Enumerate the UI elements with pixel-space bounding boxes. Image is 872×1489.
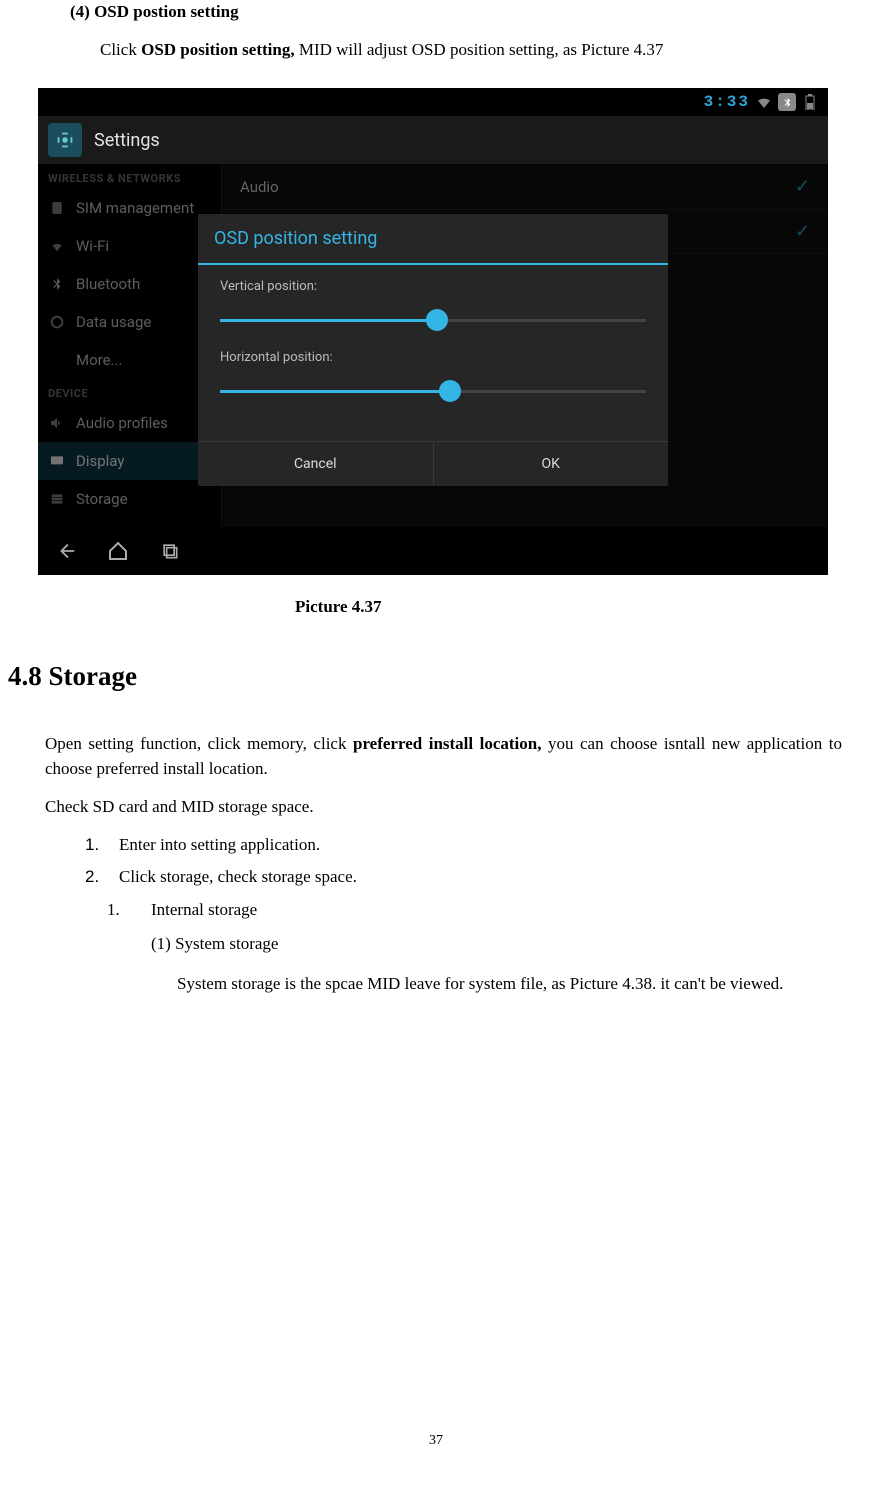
section-body: Open setting function, click memory, cli… [45,732,842,997]
settings-screenshot: 3:33 Settings WIRELESS & NETWORKS SIM ma… [38,88,828,575]
sidebar-item-label: More... [76,351,122,369]
sidebar-item-label: Data usage [76,313,151,331]
settings-sidebar: WIRELESS & NETWORKS SIM management Wi-Fi… [38,164,222,527]
sub-ol-item-1: 1. Internal storage [107,894,842,925]
action-bar-title: Settings [94,130,160,151]
sidebar-item-display[interactable]: Display [38,442,221,480]
check-icon: ✓ [795,176,810,197]
vertical-slider-label: Vertical position: [220,279,646,294]
sidebar-item-sim[interactable]: SIM management [38,189,221,227]
ol-item-1: 1. Enter into setting application. [85,829,842,860]
para-check-sd: Check SD card and MID storage space. [45,795,842,819]
vertical-slider-group: Vertical position: [220,279,646,336]
bluetooth-icon [778,93,796,111]
sidebar-item-more[interactable]: More... [38,341,221,379]
content-row-audio[interactable]: Audio ✓ [222,164,828,210]
doc-item-heading: (4) OSD postion setting [70,2,842,22]
horizontal-slider[interactable] [220,375,646,407]
sidebar-item-storage[interactable]: Storage [38,480,221,518]
sim-icon [48,199,66,217]
ol-item-2: 2. Click storage, check storage space. [85,861,842,892]
osd-dialog: OSD position setting Vertical position: … [198,214,668,486]
sub-sub-item: (1) System storage [151,931,842,957]
check-icon: ✓ [795,221,810,242]
sub-sub-body: System storage is the spcae MID leave fo… [177,971,842,997]
sidebar-item-audio[interactable]: Audio profiles [38,404,221,442]
vertical-slider[interactable] [220,304,646,336]
sidebar-item-data[interactable]: Data usage [38,303,221,341]
sidebar-item-bluetooth[interactable]: Bluetooth [38,265,221,303]
sidebar-item-label: Audio profiles [76,414,168,432]
navigation-bar [38,527,828,575]
settings-app-icon [48,123,82,157]
sidebar-item-label: Bluetooth [76,275,140,293]
wifi-icon [756,94,772,110]
data-usage-icon [48,313,66,331]
doc-click-para: Click OSD position setting, MID will adj… [100,40,842,60]
blank-icon [48,351,66,369]
dialog-buttons: Cancel OK [198,441,668,486]
clock: 3:33 [704,93,750,111]
ok-button[interactable]: OK [434,442,669,486]
picture-caption: Picture 4.37 [295,597,842,617]
battery-icon [802,94,818,110]
sidebar-item-label: Wi-Fi [76,237,109,255]
slider-thumb[interactable] [439,380,461,402]
home-button[interactable] [104,537,132,565]
slider-thumb[interactable] [426,309,448,331]
sidebar-section-wireless: WIRELESS & NETWORKS [38,164,221,189]
para-preferred-location: Open setting function, click memory, cli… [45,732,842,781]
sidebar-item-label: SIM management [76,199,194,217]
horizontal-slider-label: Horizontal position: [220,350,646,365]
content-row-label: Audio [240,178,795,196]
sidebar-item-label: Storage [76,490,128,508]
audio-icon [48,414,66,432]
horizontal-slider-group: Horizontal position: [220,350,646,407]
back-button[interactable] [52,537,80,565]
action-bar: Settings [38,116,828,164]
section-heading: 4.8 Storage [8,661,842,692]
page-number: 37 [429,1433,443,1449]
recents-button[interactable] [156,537,184,565]
dialog-title: OSD position setting [198,214,668,265]
storage-icon [48,490,66,508]
cancel-button[interactable]: Cancel [198,442,434,486]
wifi-menu-icon [48,237,66,255]
bluetooth-menu-icon [48,275,66,293]
sidebar-section-device: DEVICE [38,379,221,404]
sidebar-item-wifi[interactable]: Wi-Fi [38,227,221,265]
display-icon [48,452,66,470]
sidebar-item-label: Display [76,452,124,470]
status-bar: 3:33 [38,88,828,116]
